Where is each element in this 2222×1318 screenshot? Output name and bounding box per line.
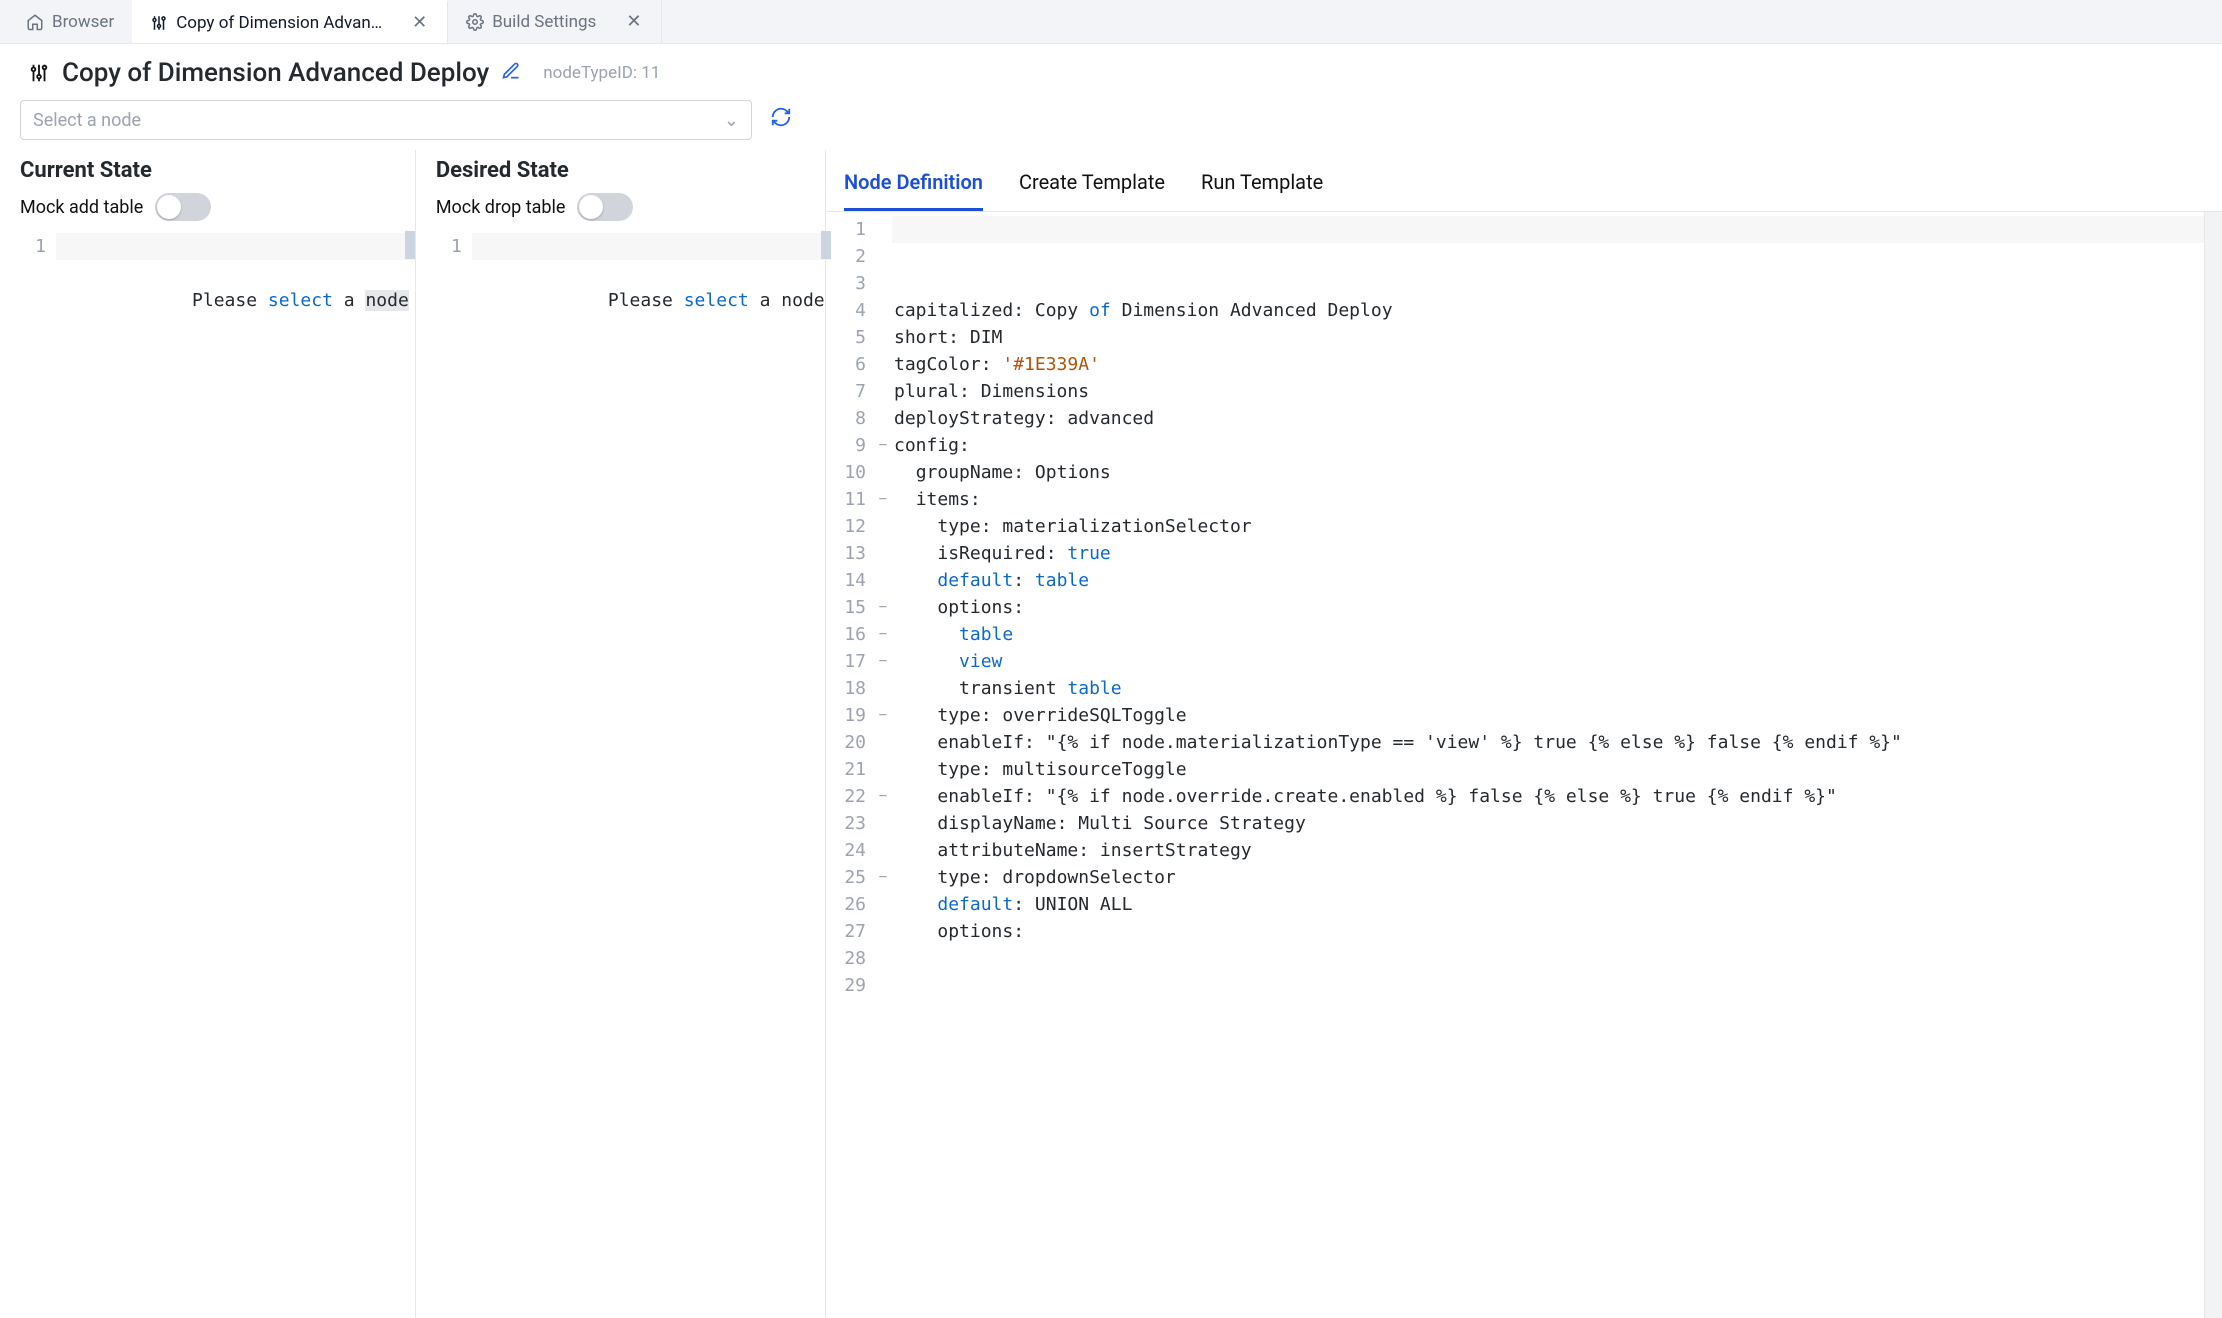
page-title: Copy of Dimension Advanced Deploy (62, 58, 489, 88)
gear-icon (466, 13, 484, 31)
tab-browser-label: Browser (52, 12, 114, 32)
mock-drop-row: Mock drop table (416, 193, 831, 231)
yaml-editor[interactable]: 1234567891011121314151617181920212223242… (826, 212, 2222, 1318)
mock-add-row: Mock add table (0, 193, 415, 231)
yaml-scrollbar[interactable] (2204, 212, 2222, 1318)
left-panel: Current State Mock add table 1 Please se… (0, 150, 826, 1318)
yaml-gutter: 1234567891011121314151617181920212223242… (826, 212, 874, 1318)
current-state-editor[interactable]: 1 Please select a node (0, 231, 415, 1318)
close-icon[interactable]: ✕ (410, 12, 429, 33)
yaml-code: capitalized: Copy of Dimension Advanced … (892, 212, 2204, 1318)
current-state: Current State Mock add table 1 Please se… (0, 150, 415, 1318)
mock-drop-toggle[interactable] (577, 193, 633, 221)
right-tabs: Node Definition Create Template Run Temp… (826, 150, 2222, 212)
node-select-row: Select a node ⌄ (0, 96, 2222, 150)
tab-node-definition[interactable]: Node Definition (844, 170, 983, 211)
tab-build-label: Build Settings (492, 12, 596, 32)
workarea: Current State Mock add table 1 Please se… (0, 150, 2222, 1318)
mock-add-label: Mock add table (20, 197, 143, 218)
editor-gutter: 1 (0, 231, 56, 1318)
mock-add-toggle[interactable] (155, 193, 211, 221)
tab-browser[interactable]: Browser (8, 0, 132, 43)
home-icon (26, 13, 44, 31)
node-select-placeholder: Select a node (33, 110, 141, 131)
tabbar: Browser Copy of Dimension Advan… ✕ Build… (0, 0, 2222, 44)
close-icon[interactable]: ✕ (624, 11, 643, 32)
sliders-icon (150, 14, 168, 32)
editor-code: Please select a node (56, 231, 415, 1318)
mock-drop-label: Mock drop table (436, 197, 566, 218)
editor-gutter: 1 (416, 231, 472, 1318)
page-header: Copy of Dimension Advanced Deploy nodeTy… (0, 44, 2222, 96)
node-type-id-meta: nodeTypeID: 11 (543, 63, 660, 83)
tab-active[interactable]: Copy of Dimension Advan… ✕ (132, 0, 448, 43)
current-state-title: Current State (0, 150, 415, 193)
minimap-thumb[interactable] (405, 231, 415, 259)
desired-state-editor[interactable]: 1 Please select a node (416, 231, 831, 1318)
sliders-icon (28, 62, 50, 84)
yaml-fold-gutter: − − −−− − − − (874, 212, 892, 1318)
chevron-down-icon: ⌄ (724, 110, 739, 131)
tab-run-template[interactable]: Run Template (1201, 170, 1323, 211)
tab-create-template[interactable]: Create Template (1019, 170, 1165, 211)
right-panel: Node Definition Create Template Run Temp… (826, 150, 2222, 1318)
node-select[interactable]: Select a node ⌄ (20, 100, 752, 140)
tab-active-label: Copy of Dimension Advan… (176, 13, 382, 33)
states: Current State Mock add table 1 Please se… (0, 150, 825, 1318)
refresh-icon[interactable] (770, 106, 792, 134)
tab-build-settings[interactable]: Build Settings ✕ (448, 0, 662, 43)
editor-code: Please select a node (472, 231, 831, 1318)
edit-icon[interactable] (501, 61, 521, 85)
desired-state: Desired State Mock drop table 1 Please s… (415, 150, 831, 1318)
desired-state-title: Desired State (416, 150, 831, 193)
